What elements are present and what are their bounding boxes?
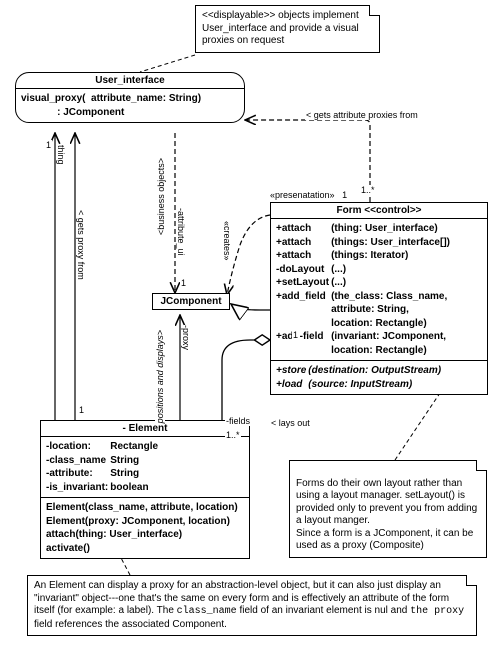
label-business: <business objects> [156,158,166,235]
form-header-row: «presenatation» 1 [270,190,347,200]
op-row: +load (source: InputStream) [276,378,443,392]
op-row: +store(destination: OutputStream) [276,364,443,378]
attr-row: -is_invariant:boolean [46,481,160,495]
ops: Element(class_name, attribute, location)… [41,498,249,558]
op-row: +add_field(the_class: Class_name, [276,290,452,304]
class-title: Form <<control>> [271,203,487,219]
op: visual_proxy( attribute_name: String) : … [16,89,244,122]
op-row: +add-field(invariant: JComponent, [276,330,452,344]
note-displayable: <<displayable>> objects implement User_i… [195,5,380,53]
note-form-layout: Forms do their own layout rather than us… [289,460,487,558]
label-gets-proxy: < gets proxy from [76,210,86,280]
op-row: -doLayout(...) [276,263,452,277]
attr-row: -class_nameString [46,454,160,468]
op-row: attribute: String, [276,303,452,317]
op-row: location: Rectangle) [276,317,452,331]
class-title: JComponent [153,294,229,309]
op-row: Element(class_name, attribute, location) [46,501,244,515]
op-row: +attach(thing: User_interface) [276,222,452,236]
class-title: User_interface [16,73,244,89]
class-element: - Element -location:Rectangle-class_name… [40,420,250,559]
label-one-b: 1 [78,405,85,415]
note-text: Forms do their own layout rather than us… [296,478,477,552]
multiplicity: 1 [342,190,347,200]
label-attribute-ui: -attribute_ui [176,208,186,256]
label-one-a: 1 [45,140,52,150]
class-jcomponent: JComponent [152,293,230,310]
class-user-interface: User_interface visual_proxy( attribute_n… [15,72,245,123]
op-row: attach(thing: User_interface) [46,528,244,542]
label-thing: thing [56,145,66,165]
op-row: +attach(things: Iterator) [276,249,452,263]
op-row: +attach(things: User_interface[]) [276,236,452,250]
op-row: Element(proxy: JComponent, location) [46,515,244,529]
label-gets-attr-mult: 1..* [360,185,376,195]
attr-row: -location:Rectangle [46,440,160,454]
stereotype: «presenatation» [270,190,335,200]
note-element: An Element can display a proxy for an ab… [27,575,477,636]
label-creates: «creates» [222,221,232,261]
ops: +attach(thing: User_interface)+attach(th… [271,219,487,361]
attr-row: -attribute:String [46,467,160,481]
op-row: activate() [46,542,244,556]
class-title: - Element [41,421,249,437]
note-text: <<displayable>> objects implement User_i… [202,10,359,46]
label-one-agg: 1 [292,330,299,340]
label-proxy: -proxy [181,325,191,350]
label-gets-attr: < gets attribute proxies from [305,110,419,120]
attrs: -location:Rectangle-class_nameString-att… [41,437,249,498]
ops2: +store(destination: OutputStream)+load (… [271,361,487,394]
op-row: location: Rectangle) [276,344,452,358]
label-fields-mult: 1..* [225,430,241,440]
label-one-c: 1 [180,278,187,288]
class-form: Form <<control>> +attach(thing: User_int… [270,202,488,395]
label-positions: positions and displays> [155,330,165,423]
label-laysout: < lays out [270,418,311,428]
label-fields: -fields [225,416,251,426]
op-row: +setLayout(...) [276,276,452,290]
